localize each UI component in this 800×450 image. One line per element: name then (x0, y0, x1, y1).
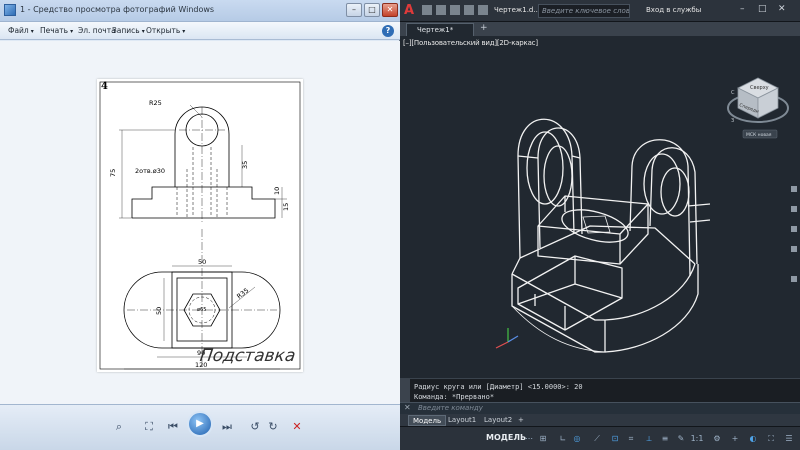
viewcube-icon[interactable]: Сверху Спереди С З МСК новая (727, 77, 789, 139)
sheet-number: 4 (101, 81, 108, 92)
slideshow-button[interactable]: ▶ (187, 411, 213, 437)
viewer-controls: ⌕ ⛶ ⏮ ▶ ⏭ ↺ ↻ ✕ (0, 404, 400, 450)
customize-menu-icon[interactable]: ☰ (784, 434, 794, 444)
menu-email-label: Эл. почта (78, 26, 116, 35)
minimize-button[interactable]: – (740, 4, 745, 14)
tab-layout2[interactable]: Layout2 (480, 415, 516, 426)
dim-75: 75 (109, 169, 117, 177)
chevron-down-icon: ▾ (141, 28, 145, 35)
chevron-down-icon: ▾ (70, 28, 74, 35)
drawing-sheet-image: R25 2отв.ø30 75 35 10 15 50 50 ø65 R35 9… (97, 79, 303, 372)
menu-open-label: Открыть (146, 26, 181, 35)
menu-print-label: Печать (40, 26, 69, 35)
menu-burn-label: Запись (112, 26, 140, 35)
delete-icon[interactable]: ✕ (286, 417, 308, 437)
new-tab-icon[interactable]: + (480, 23, 488, 33)
menu-open[interactable]: Открыть ▾ (146, 26, 185, 35)
maximize-button[interactable]: □ (364, 3, 380, 17)
snap-icon[interactable]: ⊞ (538, 434, 548, 444)
photo-viewer-window: 1 - Средство просмотра фотографий Window… (0, 0, 400, 450)
svg-text:З: З (731, 118, 734, 124)
document-tabs: Чертеж1* + (400, 22, 800, 36)
open-file-icon[interactable] (436, 5, 446, 15)
dim-50-side: 50 (155, 307, 163, 315)
dim-10: 10 (273, 187, 281, 195)
fullscreen-icon[interactable]: ⛶ (766, 434, 776, 444)
drawing-viewport[interactable]: [–][Пользовательский вид][2D-каркас] Све… (400, 36, 800, 378)
search-input[interactable]: Введите ключевое слово/фразу (538, 4, 630, 18)
dim-50-top: 50 (198, 258, 206, 266)
menu-file-label: Файл (8, 26, 29, 35)
sheet-title: Подставка (198, 346, 297, 366)
tab-drawing1[interactable]: Чертеж1* (406, 23, 474, 36)
close-icon[interactable]: ✕ (404, 403, 411, 412)
viewer-menubar: Файл ▾ Печать ▾ Эл. почта Запись ▾ Открыть ▾… (0, 22, 400, 40)
viewcube-top: Сверху (750, 85, 769, 91)
zoom-icon[interactable]: ⌕ (108, 417, 130, 437)
dim-hole: 2отв.ø30 (135, 167, 165, 175)
actual-size-icon[interactable]: ⛶ (138, 417, 160, 437)
previous-icon[interactable]: ⏮ (162, 417, 184, 437)
tab-layout1[interactable]: Layout1 (444, 415, 480, 426)
signin-button[interactable]: Вход в службы (646, 6, 701, 14)
dim-65: ø65 (197, 307, 206, 313)
autocad-logo-icon[interactable]: A (404, 3, 414, 18)
annotate-plus-icon[interactable]: + (730, 434, 740, 444)
3d-osnap-icon[interactable]: ⌗ (626, 434, 636, 444)
ortho-icon[interactable]: ∟ (558, 434, 568, 444)
next-icon[interactable]: ⏭ (216, 417, 238, 437)
autocad-window: A Чертеж1.d... Введите ключевое слово/фр… (400, 0, 800, 450)
maximize-button[interactable]: □ (758, 4, 767, 14)
lineweight-icon[interactable]: ≡ (660, 434, 670, 444)
scale-selector[interactable]: 1:1 (690, 434, 704, 444)
menu-file[interactable]: Файл ▾ (8, 26, 34, 35)
undo-icon[interactable] (464, 5, 474, 15)
model-space-toggle[interactable]: МОДЕЛЬ (486, 433, 526, 442)
menu-email[interactable]: Эл. почта (78, 26, 116, 35)
close-button[interactable]: ✕ (382, 3, 398, 17)
layout-tabs: Модель Layout1 Layout2 + (400, 414, 800, 426)
add-layout-icon[interactable]: + (514, 415, 528, 426)
polar-icon[interactable]: ◎ (572, 434, 582, 444)
viewer-title: 1 - Средство просмотра фотографий Window… (20, 5, 215, 14)
osnap-icon[interactable]: ⊡ (610, 434, 620, 444)
document-title: Чертеж1.d... (494, 6, 541, 14)
dim-15: 15 (282, 203, 290, 211)
image-canvas: R25 2отв.ø30 75 35 10 15 50 50 ø65 R35 9… (0, 41, 400, 404)
question-mark-icon[interactable]: ? (382, 25, 394, 37)
isolate-icon[interactable]: ◐ (748, 434, 758, 444)
menu-burn[interactable]: Запись ▾ (112, 26, 145, 35)
new-file-icon[interactable] (422, 5, 432, 15)
wcs-menu[interactable]: МСК новая (746, 132, 772, 138)
status-bar: МОДЕЛЬ ⋯ ⊞ ∟ ◎ ⟋ ⊡ ⌗ ⟂ ≡ ✎ 1:1 ⚙ + ◐ ⛶ ☰ (400, 426, 800, 450)
tab-model[interactable]: Модель (408, 415, 447, 426)
autocad-titlebar: A Чертеж1.d... Введите ключевое слово/фр… (400, 0, 800, 22)
dim-r25: R25 (149, 99, 162, 107)
isodraft-icon[interactable]: ⟋ (592, 434, 602, 444)
chevron-down-icon: ▾ (182, 28, 186, 35)
grid-icon[interactable]: ⋯ (524, 434, 534, 444)
chevron-down-icon: ▾ (30, 28, 34, 35)
minimize-button[interactable]: – (346, 3, 362, 17)
menu-print[interactable]: Печать ▾ (40, 26, 73, 35)
dim-r35: R35 (235, 286, 250, 300)
command-line-1: Радиус круга или [Диаметр] <15.0000>: 20 (414, 383, 583, 391)
command-input[interactable]: ✕ Введите команду (400, 402, 800, 414)
orthographic-drawing: R25 2отв.ø30 75 35 10 15 50 50 ø65 R35 9… (99, 81, 301, 370)
svg-text:С: С (731, 90, 735, 96)
wireframe-model: Сверху Спереди С З МСК новая (495, 77, 797, 353)
dim-35: 35 (241, 161, 249, 169)
close-button[interactable]: ✕ (778, 4, 786, 14)
save-icon[interactable] (450, 5, 460, 15)
command-input-placeholder: Введите команду (418, 404, 483, 412)
viewer-titlebar: 1 - Средство просмотра фотографий Window… (0, 0, 400, 22)
annotation-icon[interactable]: ✎ (676, 434, 686, 444)
rotate-right-icon[interactable]: ↻ (262, 417, 284, 437)
photo-viewer-app-icon (4, 4, 16, 16)
redo-icon[interactable] (478, 5, 488, 15)
workspace-gear-icon[interactable]: ⚙ (712, 434, 722, 444)
otrack-icon[interactable]: ⟂ (644, 434, 654, 444)
command-line-2: Команда: *Прервано* (414, 393, 495, 401)
